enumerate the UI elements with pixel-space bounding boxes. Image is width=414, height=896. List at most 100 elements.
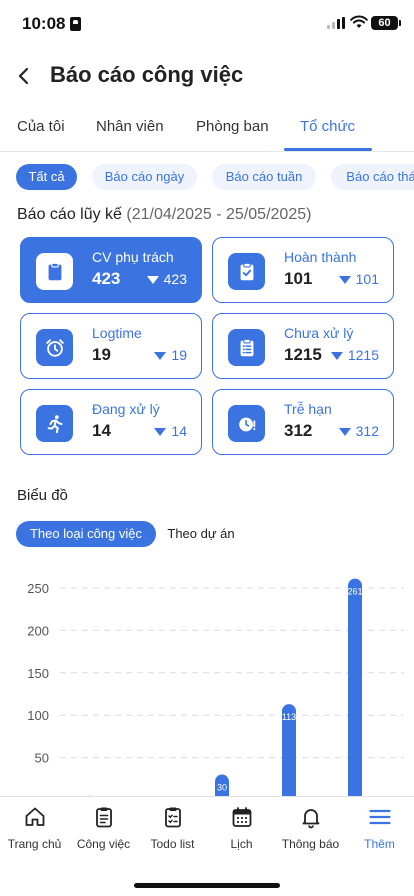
stat-card-completed[interactable]: Hoàn thành 101 101 — [212, 237, 394, 303]
home-icon — [25, 807, 44, 826]
stat-label: Đang xử lý — [92, 401, 160, 417]
nav-tasks[interactable]: Công việc — [69, 805, 138, 857]
tab-to-chuc[interactable]: Tổ chức — [300, 118, 355, 135]
status-bar: 10:08 60 — [0, 0, 414, 48]
bell-icon — [302, 809, 319, 829]
active-tab-indicator — [284, 148, 372, 151]
nav-more[interactable]: Thêm — [345, 805, 414, 857]
calendar-icon — [232, 807, 251, 827]
stat-label: CV phụ trách — [92, 249, 174, 265]
triangle-down-icon — [338, 276, 351, 284]
report-screen: 10:08 60 Báo cáo công việc Của tôi Nhân … — [0, 0, 414, 896]
chart-section-title: Biểu đồ — [17, 487, 68, 504]
battery-indicator: 60 — [371, 16, 401, 30]
cellular-signal-icon — [327, 17, 347, 29]
filter-all-chip[interactable]: Tất cả — [16, 164, 77, 190]
stat-card-logtime[interactable]: Logtime 19 19 — [20, 313, 202, 379]
nav-label: Lịch — [230, 837, 253, 851]
stat-card-overdue[interactable]: Trễ hạn 312 312 — [212, 389, 394, 455]
stat-value: 1215 — [284, 345, 322, 364]
sim-card-icon — [70, 17, 81, 31]
stat-label: Logtime — [92, 325, 142, 341]
stat-value: 423 — [92, 269, 121, 288]
stat-value: 19 — [92, 345, 111, 364]
triangle-down-icon — [154, 352, 167, 360]
page-title: Báo cáo công việc — [50, 62, 244, 87]
status-time: 10:08 — [22, 14, 66, 33]
stat-delta-value: 101 — [355, 271, 379, 287]
nav-calendar[interactable]: Lịch — [207, 805, 276, 857]
stat-delta-value: 312 — [355, 423, 379, 439]
nav-todo[interactable]: Todo list — [138, 805, 207, 857]
summary-title: Báo cáo lũy kế — [17, 206, 122, 223]
clipboard-check-icon — [228, 253, 265, 290]
bar-data-label: 30 — [217, 783, 227, 793]
nav-label: Todo list — [150, 837, 195, 851]
stat-delta-value: 14 — [171, 423, 187, 439]
checklist-icon — [164, 807, 181, 828]
running-person-icon — [36, 405, 73, 442]
y-tick-label: 250 — [27, 581, 49, 596]
stat-delta-value: 19 — [171, 347, 187, 363]
stat-delta: 423 — [146, 271, 187, 287]
stat-value: 312 — [284, 421, 313, 440]
chart-by-project-chip[interactable]: Theo dự án — [160, 521, 242, 547]
nav-label: Thêm — [364, 837, 395, 851]
y-tick-label: 150 — [27, 666, 49, 681]
filter-monthly-chip[interactable]: Báo cáo thá — [331, 164, 414, 190]
stat-value: 101 — [284, 269, 313, 288]
chart-by-task-type-chip[interactable]: Theo loại công việc — [16, 521, 156, 547]
clipboard-icon — [36, 253, 73, 290]
stat-delta: 101 — [338, 271, 379, 287]
clipboard-icon — [95, 807, 112, 828]
stat-label: Hoàn thành — [284, 249, 357, 265]
clipboard-list-icon — [228, 329, 265, 366]
alarm-clock-icon — [36, 329, 73, 366]
y-tick-label: 200 — [27, 623, 49, 638]
y-tick-label: 50 — [35, 751, 49, 766]
stat-delta-value: 1215 — [347, 347, 379, 363]
tab-phong-ban[interactable]: Phòng ban — [196, 118, 269, 135]
nav-home[interactable]: Trang chủ — [0, 805, 69, 857]
period-filter-chips: Tất cả Báo cáo ngày Báo cáo tuần Báo cáo… — [0, 164, 414, 192]
bar-data-label: 113 — [282, 712, 296, 722]
stat-delta: 312 — [338, 423, 379, 439]
stat-label: Chưa xử lý — [284, 325, 354, 341]
stat-delta: 14 — [154, 423, 187, 439]
filter-weekly-chip[interactable]: Báo cáo tuần — [212, 164, 316, 190]
tab-nhan-vien[interactable]: Nhân viên — [96, 118, 164, 135]
nav-label: Trang chủ — [7, 837, 62, 851]
y-tick-label: 100 — [27, 708, 49, 723]
back-arrow-icon[interactable] — [12, 62, 36, 90]
bar-chart-svg: 50 100 150 200 250 30 113 261 — [27, 578, 404, 800]
triangle-down-icon — [330, 352, 343, 360]
stat-delta: 19 — [154, 347, 187, 363]
app-header: Báo cáo công việc — [0, 52, 414, 100]
triangle-down-icon — [338, 428, 351, 436]
stat-label: Trễ hạn — [284, 401, 332, 417]
stat-delta: 1215 — [330, 347, 379, 363]
stat-value: 14 — [92, 421, 111, 440]
home-indicator — [134, 883, 280, 888]
stat-card-in-progress[interactable]: Đang xử lý 14 14 — [20, 389, 202, 455]
triangle-down-icon — [154, 428, 167, 436]
filter-daily-chip[interactable]: Báo cáo ngày — [92, 164, 197, 190]
bottom-navigation: Trang chủ Công việc Todo list Lịch Thông… — [0, 796, 414, 896]
task-bar-chart: 50 100 150 200 250 30 113 261 — [0, 560, 414, 800]
menu-icon — [368, 809, 391, 825]
nav-label: Thông báo — [281, 837, 340, 851]
triangle-down-icon — [146, 276, 159, 284]
stat-delta-value: 423 — [163, 271, 187, 287]
summary-date-range: (21/04/2025 - 25/05/2025) — [126, 206, 312, 223]
summary-heading: Báo cáo lũy kế (21/04/2025 - 25/05/2025) — [17, 206, 311, 224]
stat-card-assigned[interactable]: CV phụ trách 423 423 — [20, 237, 202, 303]
stat-card-pending[interactable]: Chưa xử lý 1215 1215 — [212, 313, 394, 379]
clock-alert-icon — [228, 405, 265, 442]
tab-cua-toi[interactable]: Của tôi — [17, 118, 65, 135]
nav-label: Công việc — [76, 837, 131, 851]
nav-notifications[interactable]: Thông báo — [276, 805, 345, 857]
bar-data-label: 261 — [347, 587, 362, 597]
chart-bar — [348, 578, 362, 800]
wifi-icon — [350, 15, 368, 28]
report-tabs: Của tôi Nhân viên Phòng ban Tổ chức — [0, 108, 414, 152]
